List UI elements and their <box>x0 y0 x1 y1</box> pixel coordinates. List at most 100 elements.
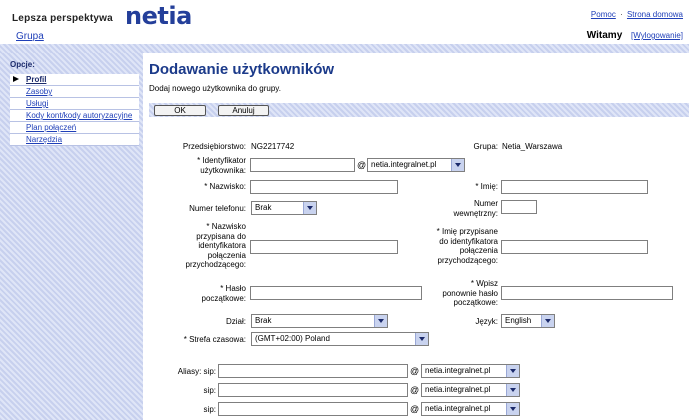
home-link[interactable]: Strona domowa <box>627 10 683 19</box>
department-select-value: Brak <box>255 316 272 325</box>
department-select[interactable]: Brak <box>251 314 388 328</box>
cid-last-label-line: * Nazwisko <box>206 222 246 231</box>
chevron-down-icon <box>506 403 519 415</box>
password-input[interactable] <box>250 286 422 300</box>
alias-domain-value: netia.integralnet.pl <box>425 404 491 413</box>
ext-label-line: Numer <box>473 199 498 208</box>
userid-label: * Identyfikator użytkownika: <box>160 156 246 175</box>
cancel-button[interactable]: Anuluj <box>218 105 269 116</box>
alias-domain-select-3[interactable]: netia.integralnet.pl <box>421 402 520 416</box>
alias-input-1[interactable] <box>218 364 408 378</box>
chevron-down-icon <box>541 315 554 327</box>
logout-link[interactable]: [Wylogowanie] <box>631 31 683 40</box>
sidebar-item-label: Profil <box>26 75 47 84</box>
sidebar-item-profil[interactable]: Profil <box>10 74 139 86</box>
password-label-line: początkowe: <box>201 293 246 303</box>
top-links: Pomoc · Strona domowa <box>591 10 683 19</box>
page-title: Dodawanie użytkowników <box>149 61 335 78</box>
button-bar: OK Anuluj <box>149 103 689 117</box>
alias-domain-select-1[interactable]: netia.integralnet.pl <box>421 364 520 378</box>
sidebar-menu: Profil Zasoby Usługi Kody kont/kody auto… <box>10 74 139 146</box>
chevron-down-icon <box>506 384 519 396</box>
alias-domain-value: netia.integralnet.pl <box>425 385 491 394</box>
sidebar-item-uslugi[interactable]: Usługi <box>10 98 139 110</box>
language-select[interactable]: English <box>501 314 555 328</box>
ext-label: Numer wewnętrzny: <box>430 199 498 218</box>
password-label: * Hasło początkowe: <box>160 284 246 303</box>
help-link[interactable]: Pomoc <box>591 10 616 19</box>
chevron-down-icon <box>415 333 428 345</box>
timezone-label: * Strefa czasowa: <box>183 335 246 344</box>
header: Lepsza perspektywa netia Grupa Pomoc · S… <box>0 0 689 44</box>
cid-last-label-line: przypisana do <box>196 231 246 241</box>
cid-last-label-line: połączenia <box>207 250 246 260</box>
cid-first-label: * Imię przypisane do identyfikatora połą… <box>420 227 498 265</box>
netia-logo: netia <box>125 2 192 30</box>
phone-select[interactable]: Brak <box>251 201 317 215</box>
chevron-down-icon <box>303 202 316 214</box>
welcome-text: Witamy <box>586 30 623 41</box>
page-subtitle: Dodaj nowego użytkownika do grupy. <box>149 84 281 93</box>
phone-select-value: Brak <box>255 203 272 212</box>
provider-value: NG2217742 <box>251 142 295 151</box>
timezone-select-value: (GMT+02:00) Poland <box>255 334 330 343</box>
at-symbol: @ <box>357 160 367 170</box>
cid-first-label-line: połączenia <box>459 246 498 255</box>
password-confirm-input[interactable] <box>501 286 673 300</box>
sidebar-item-narzedzia[interactable]: Narzędzia <box>10 134 139 146</box>
alias-input-2[interactable] <box>218 383 408 397</box>
userid-input[interactable] <box>250 158 355 172</box>
password-confirm-label-line: ponownie hasło <box>442 288 498 298</box>
firstname-input[interactable] <box>501 180 648 194</box>
group-label: Grupa: <box>473 142 498 151</box>
password-confirm-label-line: początkowe: <box>453 298 498 307</box>
firstname-label: * Imię: <box>475 182 498 191</box>
ok-button[interactable]: OK <box>154 105 206 116</box>
sip-label: sip: <box>203 405 216 414</box>
cid-first-label-line: przychodzącego: <box>437 255 498 265</box>
link-separator: · <box>620 10 623 19</box>
timezone-select[interactable]: (GMT+02:00) Poland <box>251 332 429 346</box>
password-label-line: * Hasło <box>220 284 246 293</box>
alias-domain-value: netia.integralnet.pl <box>425 366 491 375</box>
chevron-down-icon <box>374 315 387 327</box>
cid-last-label: * Nazwisko przypisana do identyfikatora … <box>160 222 246 270</box>
lastname-input[interactable] <box>250 180 398 194</box>
sidebar: Opcje: Profil Zasoby Usługi Kody kont/ko… <box>0 53 143 420</box>
domain-select[interactable]: netia.integralnet.pl <box>367 158 465 172</box>
cid-last-label-line: przychodzącego: <box>185 260 246 269</box>
lastname-label: * Nazwisko: <box>204 182 246 191</box>
sip-label: sip: <box>203 386 216 395</box>
userid-label-line: użytkownika: <box>200 165 246 175</box>
cid-firstname-input[interactable] <box>501 240 648 254</box>
welcome-area: Witamy [Wylogowanie] <box>587 30 683 41</box>
provider-label: Przedsiębiorstwo: <box>182 142 246 151</box>
ext-input[interactable] <box>501 200 537 214</box>
group-value: Netia_Warszawa <box>502 142 563 151</box>
header-divider <box>0 44 689 53</box>
chevron-down-icon <box>506 365 519 377</box>
cid-lastname-input[interactable] <box>250 240 398 254</box>
department-label: Dział: <box>225 317 246 326</box>
password-confirm-label-line: * Wpisz <box>470 279 498 288</box>
at-symbol: @ <box>410 404 420 414</box>
sidebar-item-zasoby[interactable]: Zasoby <box>10 86 139 98</box>
domain-select-value: netia.integralnet.pl <box>371 160 437 169</box>
language-select-value: English <box>505 316 532 325</box>
ext-label-line: wewnętrzny: <box>453 208 498 218</box>
password-confirm-label: * Wpisz ponownie hasło początkowe: <box>420 279 498 308</box>
cid-last-label-line: identyfikatora <box>198 241 246 250</box>
phone-label: Numer telefonu: <box>189 204 246 213</box>
at-symbol: @ <box>410 385 420 395</box>
brand-tagline: Lepsza perspektywa <box>12 13 113 24</box>
sidebar-item-plan[interactable]: Plan połączeń <box>10 122 139 134</box>
chevron-down-icon <box>451 159 464 171</box>
group-link[interactable]: Grupa <box>16 31 44 42</box>
sidebar-heading: Opcje: <box>10 60 35 69</box>
arrow-right-icon <box>13 76 19 82</box>
cid-first-label-line: * Imię przypisane <box>436 227 498 236</box>
aliases-label: Aliasy: sip: <box>177 367 216 376</box>
alias-domain-select-2[interactable]: netia.integralnet.pl <box>421 383 520 397</box>
alias-input-3[interactable] <box>218 402 408 416</box>
sidebar-item-kody[interactable]: Kody kont/kody autoryzacyjne <box>10 110 139 122</box>
